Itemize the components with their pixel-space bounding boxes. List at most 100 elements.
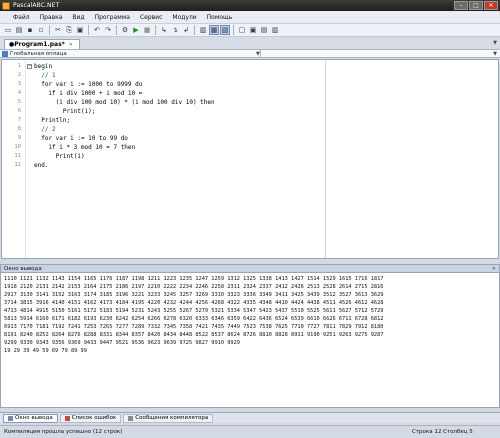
code-line: (i div 100 mod 10) * (i mod 100 div 10) … xyxy=(34,99,215,106)
save-icon[interactable]: ▪ xyxy=(25,25,35,35)
scope-selector[interactable]: Глобальная оплаца xyxy=(10,51,256,57)
app-icon xyxy=(2,1,10,10)
output-line: 19 29 39 49 59 69 79 89 99 xyxy=(4,348,87,354)
code-line: Print(i) xyxy=(34,153,85,160)
line-number: 6 xyxy=(17,108,21,114)
code-line: if i div 1000 + i mod 10 = xyxy=(34,90,143,97)
close-tab-icon[interactable]: ✕ xyxy=(69,42,73,48)
menu-modules[interactable]: Модули xyxy=(167,14,201,21)
line-number: 9 xyxy=(17,135,21,141)
paste-icon[interactable]: ▣ xyxy=(75,25,85,35)
output-line: 4713 4814 4915 5150 5161 5172 5183 5194 … xyxy=(4,308,384,314)
output-line: 1918 2120 2131 2142 2153 2164 2175 2186 … xyxy=(4,284,384,290)
output-line: 5813 5914 6160 6171 6182 6193 6230 6242 … xyxy=(4,316,384,322)
fold-toggle-icon[interactable]: − xyxy=(27,64,32,69)
menu-program[interactable]: Программа xyxy=(90,14,135,21)
step-over-icon[interactable]: ↲ xyxy=(181,25,191,35)
code-line: // 1 xyxy=(34,72,56,79)
step-into-icon[interactable]: ↴ xyxy=(170,25,180,35)
tab-label: ●Program1.pas* xyxy=(9,41,65,48)
toolbar-separator xyxy=(233,25,234,35)
toolbar-separator xyxy=(88,25,89,35)
line-number: 12 xyxy=(14,162,21,168)
output-line: 6913 7170 7181 7192 7241 7253 7265 7277 … xyxy=(4,324,384,330)
redo-icon[interactable]: ↷ xyxy=(103,25,113,35)
code-line: end. xyxy=(34,162,49,169)
toolbar-separator xyxy=(49,25,50,35)
line-number: 8 xyxy=(17,126,21,132)
output-line: 8191 8240 8252 8264 8276 8288 8331 8344 … xyxy=(4,332,384,338)
bottom-tab-strip: Окно вывода Список ошибок Сообщения комп… xyxy=(0,412,500,423)
right-margin-guide xyxy=(325,60,326,258)
output-line: 1110 1121 1132 1143 1154 1165 1176 1187 … xyxy=(4,276,384,282)
cut-icon[interactable]: ✂ xyxy=(53,25,63,35)
output-view-icon[interactable]: ▧ xyxy=(220,25,230,35)
code-line: if i * 3 mod 10 = 7 then xyxy=(34,144,136,151)
copy-icon[interactable]: ⎘ xyxy=(64,25,74,35)
code-line: Print(i); xyxy=(34,108,96,115)
line-number: 2 xyxy=(17,72,21,78)
output-text-area[interactable]: 1110 1121 1132 1143 1154 1165 1176 1187 … xyxy=(0,273,500,408)
scope-bar: Глобальная оплаца ▼ ▼ xyxy=(0,49,500,58)
minimize-button[interactable]: – xyxy=(454,1,468,10)
tab-label: Сообщения компилятора xyxy=(135,415,209,421)
line-number: 5 xyxy=(17,99,21,105)
window-controls: – □ ✕ xyxy=(454,1,498,10)
member-selector[interactable] xyxy=(259,50,493,57)
tab-list-dropdown-icon[interactable]: ▼ xyxy=(493,40,497,46)
status-bar: Компиляция прошла успешно (12 строк) Стр… xyxy=(0,425,500,438)
line-number: 10 xyxy=(14,144,21,150)
stop-icon[interactable]: ■ xyxy=(142,25,152,35)
window-title: PascalABC.NET xyxy=(13,2,60,9)
cursor-position: Строка 12 Столбец 5 xyxy=(412,429,473,435)
menu-file[interactable]: Файл xyxy=(8,14,35,21)
tab-label: Список ошибок xyxy=(71,415,117,421)
window-d-icon[interactable]: ▥ xyxy=(270,25,280,35)
editor-tab-strip: ●Program1.pas* ✕ ▼ xyxy=(0,38,500,49)
line-number: 3 xyxy=(17,81,21,87)
window-b-icon[interactable]: ▣ xyxy=(248,25,258,35)
toolbar-separator xyxy=(116,25,117,35)
line-number: 7 xyxy=(17,117,21,123)
output-panel-title: Окно вывода xyxy=(4,265,42,272)
tab-program1[interactable]: ●Program1.pas* ✕ xyxy=(4,39,80,49)
save-all-icon[interactable]: ▫ xyxy=(36,25,46,35)
line-number: 1 xyxy=(17,63,21,69)
line-number-gutter: 1 2 3 4 5 6 7 8 9 10 11 12 xyxy=(2,60,26,258)
menu-view[interactable]: Вид xyxy=(67,14,89,21)
menu-bar: Файл Правка Вид Программа Сервис Модули … xyxy=(0,11,500,24)
output-line: 9299 9330 9343 9356 9369 9433 9447 9521 … xyxy=(4,340,240,346)
code-line: begin xyxy=(34,63,53,70)
chevron-down-icon[interactable]: ▼ xyxy=(493,51,497,57)
compile-icon[interactable]: ⚙ xyxy=(120,25,130,35)
code-line: for var i := 1000 to 9999 do xyxy=(34,81,143,88)
window-a-icon[interactable]: ▢ xyxy=(237,25,247,35)
editor-view-icon[interactable]: ▥ xyxy=(198,25,208,35)
menu-edit[interactable]: Правка xyxy=(35,14,68,21)
run-icon[interactable]: ▶ xyxy=(131,25,141,35)
close-panel-icon[interactable]: ✕ xyxy=(492,266,496,272)
output-line: 3714 3815 3916 4140 4151 4162 4173 4184 … xyxy=(4,300,384,306)
toolbar-separator xyxy=(194,25,195,35)
menu-service[interactable]: Сервис xyxy=(135,14,167,21)
line-number: 4 xyxy=(17,90,21,96)
namespace-icon xyxy=(2,50,8,57)
window-c-icon[interactable]: ▤ xyxy=(259,25,269,35)
maximize-button[interactable]: □ xyxy=(469,1,483,10)
tab-compiler-messages[interactable]: Сообщения компилятора xyxy=(123,413,214,423)
tab-output-window[interactable]: Окно вывода xyxy=(3,413,58,423)
status-message: Компиляция прошла успешно (12 строк) xyxy=(4,429,123,435)
menu-help[interactable]: Помощь xyxy=(202,14,238,21)
undo-icon[interactable]: ↶ xyxy=(92,25,102,35)
code-line: for var i := 10 to 99 do xyxy=(34,135,128,142)
split-view-icon[interactable]: ▦ xyxy=(209,25,219,35)
close-button[interactable]: ✕ xyxy=(484,1,498,10)
open-icon[interactable]: ▤ xyxy=(14,25,24,35)
step-icon[interactable]: ↳ xyxy=(159,25,169,35)
output-window-icon xyxy=(8,415,13,421)
new-file-icon[interactable]: ▭ xyxy=(3,25,13,35)
tab-error-list[interactable]: Список ошибок xyxy=(59,413,122,423)
code-editor[interactable]: 1 2 3 4 5 6 7 8 9 10 11 12 − begin // 1 … xyxy=(1,59,499,259)
compiler-messages-icon xyxy=(128,415,134,421)
code-line: Println; xyxy=(34,117,71,124)
